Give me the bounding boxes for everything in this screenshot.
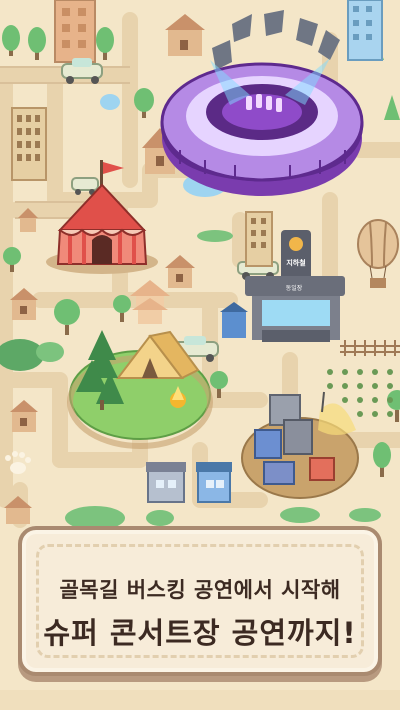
fence [340, 340, 400, 356]
promo-banner: 골목길 버스킹 공연에서 시작해 슈퍼 콘서트장 공연까지! [18, 526, 382, 676]
banner-title: 슈퍼 콘서트장 공연까지! [43, 616, 357, 650]
house [165, 255, 195, 288]
tree [387, 390, 400, 422]
subway-sign-label: 지하철 [286, 259, 306, 267]
bottom-ground [0, 690, 400, 710]
house [10, 288, 38, 320]
tree [113, 295, 131, 322]
shop [196, 462, 232, 503]
office-building [245, 211, 273, 267]
house [165, 14, 205, 56]
tree [373, 442, 391, 477]
tree [96, 27, 114, 60]
pagoda [130, 280, 170, 324]
tree [54, 299, 80, 335]
tree [2, 25, 20, 56]
pond [100, 94, 120, 110]
tree [384, 95, 400, 120]
tree [28, 27, 46, 60]
apartment-building [11, 107, 47, 181]
shop [146, 462, 186, 503]
subway-plate-label: 동일장 [285, 285, 303, 292]
tower-building [54, 0, 96, 63]
house [10, 400, 38, 432]
hot-air-balloon [357, 219, 399, 288]
game-screen: 지하철 동일장 골목길 버스킹 공연에서 시작해 슈퍼 콘서트장 공연까지! [0, 0, 400, 710]
blue-tower [347, 0, 383, 61]
banner-subtitle: 골목길 버스킹 공연에서 시작해 [59, 578, 341, 602]
